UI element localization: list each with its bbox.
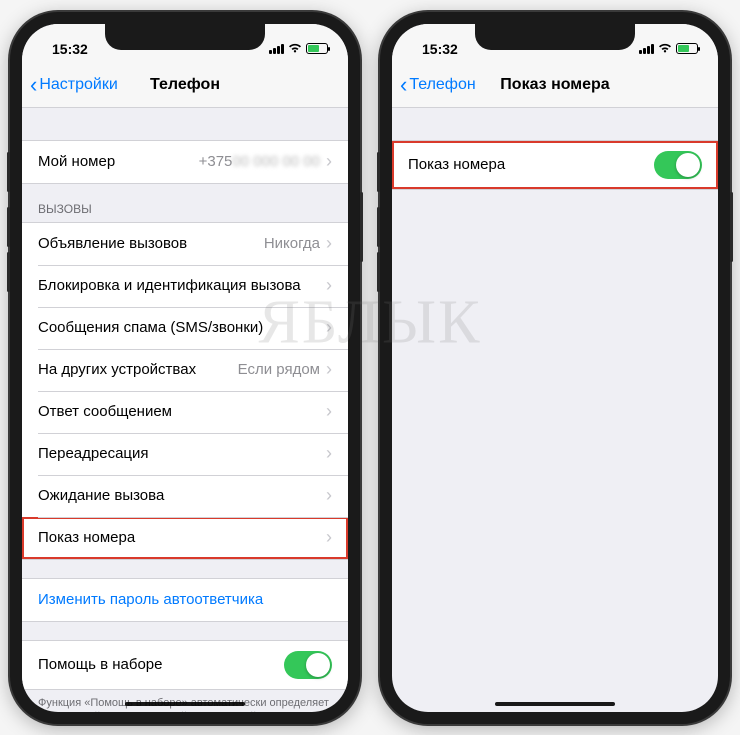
dial-assist-group: Помощь в наборе xyxy=(22,640,348,690)
chevron-right-icon: › xyxy=(326,527,332,548)
phone-left: 15:32 ‹ Настройки Телефон Мой номер xyxy=(10,12,360,724)
cellular-signal-icon xyxy=(639,44,654,54)
chevron-right-icon: › xyxy=(326,401,332,422)
status-indicators xyxy=(639,42,698,56)
calls-group: Объявление вызовов Никогда › Блокировка … xyxy=(22,222,348,560)
home-indicator[interactable] xyxy=(125,702,245,706)
spam-reports-row[interactable]: Сообщения спама (SMS/звонки) › xyxy=(22,307,348,349)
chevron-right-icon: › xyxy=(326,359,332,380)
screen: 15:32 ‹ Настройки Телефон Мой номер xyxy=(22,24,348,712)
voicemail-group: Изменить пароль автоответчика xyxy=(22,578,348,622)
my-number-group: Мой номер +37500 000 00 00 › xyxy=(22,140,348,184)
page-title: Телефон xyxy=(150,76,220,94)
respond-with-text-label: Ответ сообщением xyxy=(38,403,172,420)
show-caller-id-row[interactable]: Показ номера › xyxy=(22,517,348,559)
call-forwarding-label: Переадресация xyxy=(38,445,149,462)
settings-content[interactable]: Мой номер +37500 000 00 00 › ВЫЗОВЫ Объя… xyxy=(22,108,348,712)
back-label: Телефон xyxy=(409,76,475,94)
chevron-right-icon: › xyxy=(326,443,332,464)
wifi-icon xyxy=(288,42,302,56)
back-button[interactable]: ‹ Настройки xyxy=(30,72,118,98)
other-devices-label: На других устройствах xyxy=(38,361,196,378)
caller-id-group: Показ номера xyxy=(392,140,718,190)
my-number-row[interactable]: Мой номер +37500 000 00 00 › xyxy=(22,141,348,183)
change-voicemail-password-label: Изменить пароль автоответчика xyxy=(38,591,263,608)
chevron-right-icon: › xyxy=(326,151,332,172)
settings-content[interactable]: Показ номера xyxy=(392,108,718,712)
wifi-icon xyxy=(658,42,672,56)
notch xyxy=(475,24,635,50)
other-devices-row[interactable]: На других устройствах Если рядом › xyxy=(22,349,348,391)
phone-right: 15:32 ‹ Телефон Показ номера Показ номер… xyxy=(380,12,730,724)
screen: 15:32 ‹ Телефон Показ номера Показ номер… xyxy=(392,24,718,712)
chevron-right-icon: › xyxy=(326,275,332,296)
status-indicators xyxy=(269,42,328,56)
call-blocking-row[interactable]: Блокировка и идентификация вызова › xyxy=(22,265,348,307)
back-button[interactable]: ‹ Телефон xyxy=(400,72,476,98)
call-waiting-row[interactable]: Ожидание вызова › xyxy=(22,475,348,517)
show-caller-id-label: Показ номера xyxy=(408,156,505,173)
nav-bar: ‹ Телефон Показ номера xyxy=(392,64,718,108)
my-number-value: +37500 000 00 00 xyxy=(199,153,320,170)
other-devices-value: Если рядом xyxy=(238,361,320,378)
show-caller-id-toggle[interactable] xyxy=(654,151,702,179)
call-forwarding-row[interactable]: Переадресация › xyxy=(22,433,348,475)
show-caller-id-row[interactable]: Показ номера xyxy=(392,141,718,189)
call-blocking-label: Блокировка и идентификация вызова xyxy=(38,277,301,294)
announce-calls-label: Объявление вызовов xyxy=(38,235,187,252)
change-voicemail-password-row[interactable]: Изменить пароль автоответчика xyxy=(22,579,348,621)
notch xyxy=(105,24,265,50)
battery-icon xyxy=(676,43,698,54)
my-number-label: Мой номер xyxy=(38,153,115,170)
home-indicator[interactable] xyxy=(495,702,615,706)
announce-calls-value: Никогда xyxy=(264,235,320,252)
cellular-signal-icon xyxy=(269,44,284,54)
chevron-right-icon: › xyxy=(326,317,332,338)
chevron-left-icon: ‹ xyxy=(30,72,37,98)
announce-calls-row[interactable]: Объявление вызовов Никогда › xyxy=(22,223,348,265)
dial-assist-row[interactable]: Помощь в наборе xyxy=(22,641,348,689)
show-caller-id-label: Показ номера xyxy=(38,529,135,546)
back-label: Настройки xyxy=(39,76,117,94)
status-time: 15:32 xyxy=(422,41,458,57)
chevron-left-icon: ‹ xyxy=(400,72,407,98)
section-calls-header: ВЫЗОВЫ xyxy=(22,184,348,222)
call-waiting-label: Ожидание вызова xyxy=(38,487,164,504)
page-title: Показ номера xyxy=(500,76,609,94)
status-time: 15:32 xyxy=(52,41,88,57)
dial-assist-label: Помощь в наборе xyxy=(38,656,162,673)
battery-icon xyxy=(306,43,328,54)
respond-with-text-row[interactable]: Ответ сообщением › xyxy=(22,391,348,433)
spam-reports-label: Сообщения спама (SMS/звонки) xyxy=(38,319,263,336)
dial-assist-footer: Функция «Помощь в наборе» автоматически … xyxy=(22,690,348,712)
nav-bar: ‹ Настройки Телефон xyxy=(22,64,348,108)
dial-assist-toggle[interactable] xyxy=(284,651,332,679)
chevron-right-icon: › xyxy=(326,485,332,506)
chevron-right-icon: › xyxy=(326,233,332,254)
